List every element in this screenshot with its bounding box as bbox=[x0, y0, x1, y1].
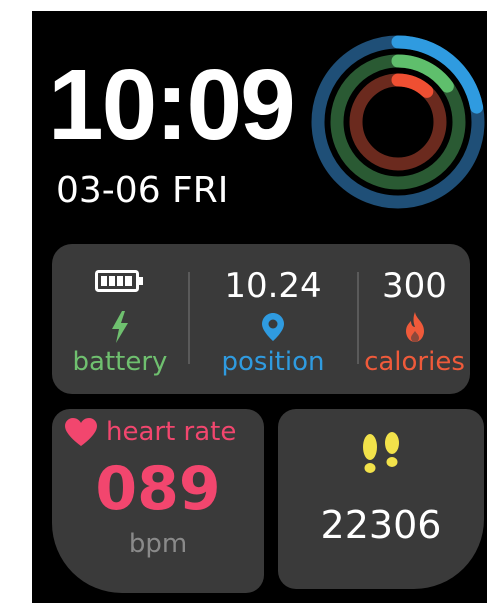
battery-label: battery bbox=[72, 347, 168, 377]
battery-full-icon bbox=[95, 270, 143, 292]
steps-value: 22306 bbox=[320, 503, 442, 547]
steps-card[interactable]: 22306 bbox=[278, 409, 484, 589]
lightning-bolt-icon bbox=[112, 311, 128, 343]
heart-icon bbox=[65, 418, 97, 446]
position-stat[interactable]: 10.24 position bbox=[190, 244, 356, 394]
heart-rate-card[interactable]: heart rate 089 bpm bbox=[52, 409, 264, 593]
flame-icon bbox=[405, 312, 424, 342]
heart-rate-unit: bpm bbox=[128, 529, 188, 559]
battery-stat[interactable]: battery bbox=[52, 244, 188, 394]
date-label: 03-06 FRI bbox=[56, 170, 229, 211]
position-value: 10.24 bbox=[224, 266, 322, 306]
stats-panel[interactable]: battery 10.24 position 300 calories bbox=[52, 244, 470, 394]
heart-rate-label: heart rate bbox=[106, 417, 237, 447]
calories-label: calories bbox=[364, 347, 465, 377]
activity-rings[interactable] bbox=[309, 33, 487, 211]
footprints-icon bbox=[363, 432, 399, 473]
position-label: position bbox=[221, 347, 325, 377]
clock-time: 10:09 bbox=[48, 49, 296, 161]
heart-rate-value: 089 bbox=[95, 454, 221, 524]
calories-stat[interactable]: 300 calories bbox=[359, 244, 470, 394]
location-pin-icon bbox=[262, 313, 284, 341]
watch-face: 10:09 03-06 FRI battery 10.24 position 3… bbox=[32, 11, 487, 603]
calories-value: 300 bbox=[382, 266, 447, 306]
